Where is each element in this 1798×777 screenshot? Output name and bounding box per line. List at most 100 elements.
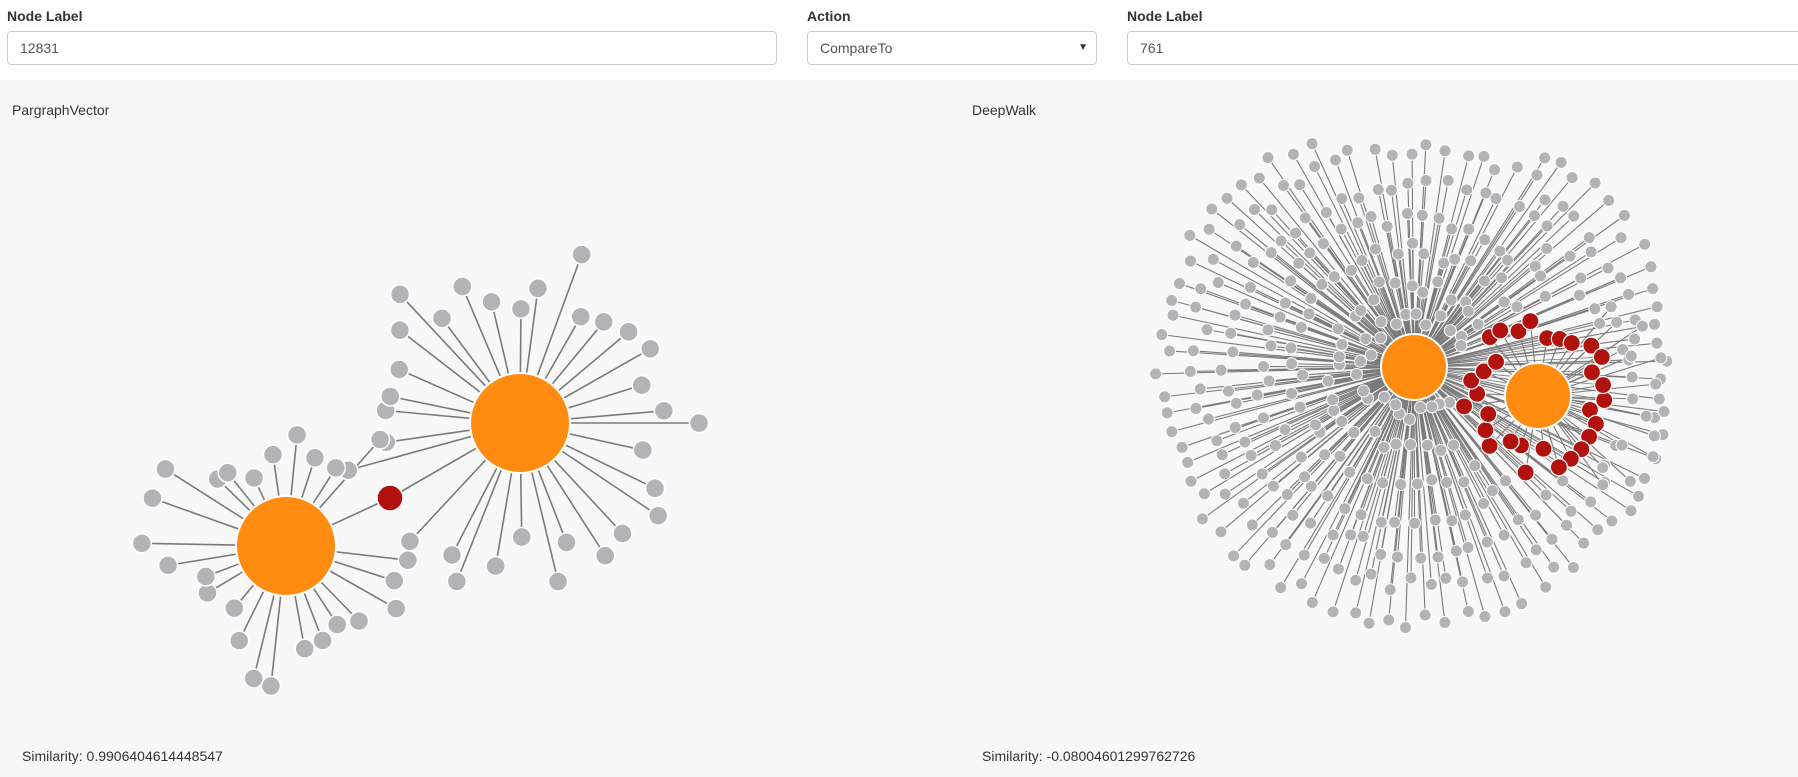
- leaf-node[interactable]: [1273, 310, 1287, 324]
- leaf-node[interactable]: [1434, 309, 1448, 323]
- leaf-node[interactable]: [1368, 142, 1382, 156]
- leaf-node[interactable]: [1305, 595, 1319, 609]
- leaf-node[interactable]: [1229, 239, 1243, 253]
- leaf-node[interactable]: [1497, 569, 1511, 583]
- shared-node[interactable]: [1562, 333, 1581, 353]
- leaf-node[interactable]: [1195, 512, 1209, 526]
- leaf-node[interactable]: [1252, 171, 1266, 185]
- shared-node[interactable]: [1476, 421, 1495, 440]
- leaf-node[interactable]: [1328, 153, 1342, 167]
- leaf-node[interactable]: [1615, 438, 1629, 452]
- leaf-node[interactable]: [1461, 304, 1475, 318]
- leaf-node[interactable]: [1489, 192, 1503, 206]
- leaf-node[interactable]: [1399, 620, 1413, 634]
- leaf-node[interactable]: [1604, 300, 1618, 314]
- leaf-node[interactable]: [1411, 477, 1425, 491]
- leaf-node[interactable]: [1498, 605, 1512, 619]
- leaf-node[interactable]: [1149, 367, 1163, 381]
- leaf-node[interactable]: [142, 487, 163, 509]
- leaf-node[interactable]: [485, 555, 506, 577]
- leaf-node[interactable]: [571, 244, 592, 265]
- leaf-node[interactable]: [1458, 508, 1472, 522]
- leaf-node[interactable]: [1394, 477, 1408, 491]
- leaf-node[interactable]: [1495, 271, 1509, 285]
- leaf-node[interactable]: [1510, 160, 1524, 174]
- leaf-node[interactable]: [1625, 370, 1639, 384]
- leaf-node[interactable]: [527, 278, 549, 299]
- leaf-node[interactable]: [1414, 400, 1428, 414]
- leaf-node[interactable]: [1419, 173, 1433, 187]
- leaf-node[interactable]: [1572, 288, 1586, 302]
- leaf-node[interactable]: [1298, 211, 1312, 225]
- leaf-node[interactable]: [1340, 143, 1354, 157]
- leaf-node[interactable]: [1372, 275, 1386, 289]
- leaf-node[interactable]: [1286, 147, 1300, 161]
- leaf-node[interactable]: [1499, 474, 1513, 488]
- leaf-node[interactable]: [1428, 513, 1442, 527]
- leaf-node[interactable]: [1447, 438, 1461, 452]
- leaf-node[interactable]: [1461, 604, 1475, 618]
- leaf-node[interactable]: [1468, 459, 1482, 473]
- leaf-node[interactable]: [1564, 504, 1578, 518]
- leaf-node[interactable]: [1294, 320, 1308, 334]
- leaf-node[interactable]: [1327, 270, 1341, 284]
- leaf-node[interactable]: [1226, 345, 1240, 359]
- leaf-node[interactable]: [1294, 450, 1308, 464]
- leaf-node[interactable]: [1480, 535, 1494, 549]
- leaf-node[interactable]: [1224, 326, 1238, 340]
- leaf-node[interactable]: [1228, 420, 1242, 434]
- leaf-node[interactable]: [1400, 206, 1414, 220]
- leaf-node[interactable]: [399, 531, 421, 552]
- hub-node[interactable]: [469, 372, 571, 474]
- leaf-node[interactable]: [1278, 423, 1292, 437]
- leaf-node[interactable]: [327, 614, 348, 635]
- leaf-node[interactable]: [1387, 515, 1401, 529]
- leaf-node[interactable]: [1515, 597, 1529, 611]
- leaf-node[interactable]: [1338, 502, 1352, 516]
- leaf-node[interactable]: [1261, 151, 1275, 165]
- leaf-node[interactable]: [389, 284, 411, 305]
- leaf-node[interactable]: [1354, 354, 1368, 368]
- leaf-node[interactable]: [1510, 300, 1524, 314]
- leaf-node[interactable]: [1646, 282, 1660, 296]
- leaf-node[interactable]: [1331, 322, 1345, 336]
- leaf-node[interactable]: [1408, 516, 1422, 530]
- leaf-node[interactable]: [1584, 495, 1598, 509]
- leaf-node[interactable]: [1234, 178, 1248, 192]
- leaf-node[interactable]: [431, 308, 453, 329]
- leaf-node[interactable]: [1545, 532, 1559, 546]
- leaf-node[interactable]: [1443, 324, 1457, 338]
- leaf-node[interactable]: [1284, 274, 1298, 288]
- leaf-node[interactable]: [1319, 205, 1333, 219]
- leaf-node[interactable]: [1624, 504, 1638, 518]
- leaf-node[interactable]: [1638, 471, 1652, 485]
- leaf-node[interactable]: [1206, 252, 1220, 266]
- shared-node[interactable]: [1593, 375, 1613, 395]
- leaf-node[interactable]: [1354, 303, 1368, 317]
- leaf-node[interactable]: [1357, 384, 1371, 398]
- leaf-node[interactable]: [1388, 276, 1402, 290]
- leaf-node[interactable]: [1456, 575, 1470, 589]
- leaf-node[interactable]: [348, 610, 370, 632]
- leaf-node[interactable]: [1215, 448, 1229, 462]
- leaf-node[interactable]: [1344, 263, 1358, 277]
- leaf-node[interactable]: [1417, 247, 1431, 261]
- leaf-node[interactable]: [1405, 279, 1419, 293]
- leaf-node[interactable]: [286, 424, 308, 446]
- shared-node[interactable]: [376, 484, 404, 512]
- leaf-node[interactable]: [1233, 218, 1247, 232]
- leaf-node[interactable]: [1200, 323, 1214, 337]
- leaf-node[interactable]: [1439, 571, 1453, 585]
- leaf-node[interactable]: [294, 638, 315, 659]
- leaf-node[interactable]: [1316, 237, 1330, 251]
- shared-node[interactable]: [1454, 397, 1474, 416]
- leaf-node[interactable]: [388, 359, 410, 380]
- leaf-node[interactable]: [1635, 319, 1649, 333]
- leaf-node[interactable]: [1385, 148, 1399, 162]
- leaf-node[interactable]: [1181, 455, 1195, 469]
- leaf-node[interactable]: [1449, 544, 1463, 558]
- leaf-node[interactable]: [1529, 508, 1543, 522]
- leaf-node[interactable]: [1626, 392, 1640, 406]
- leaf-node[interactable]: [1464, 254, 1478, 268]
- leaf-node[interactable]: [1391, 247, 1405, 261]
